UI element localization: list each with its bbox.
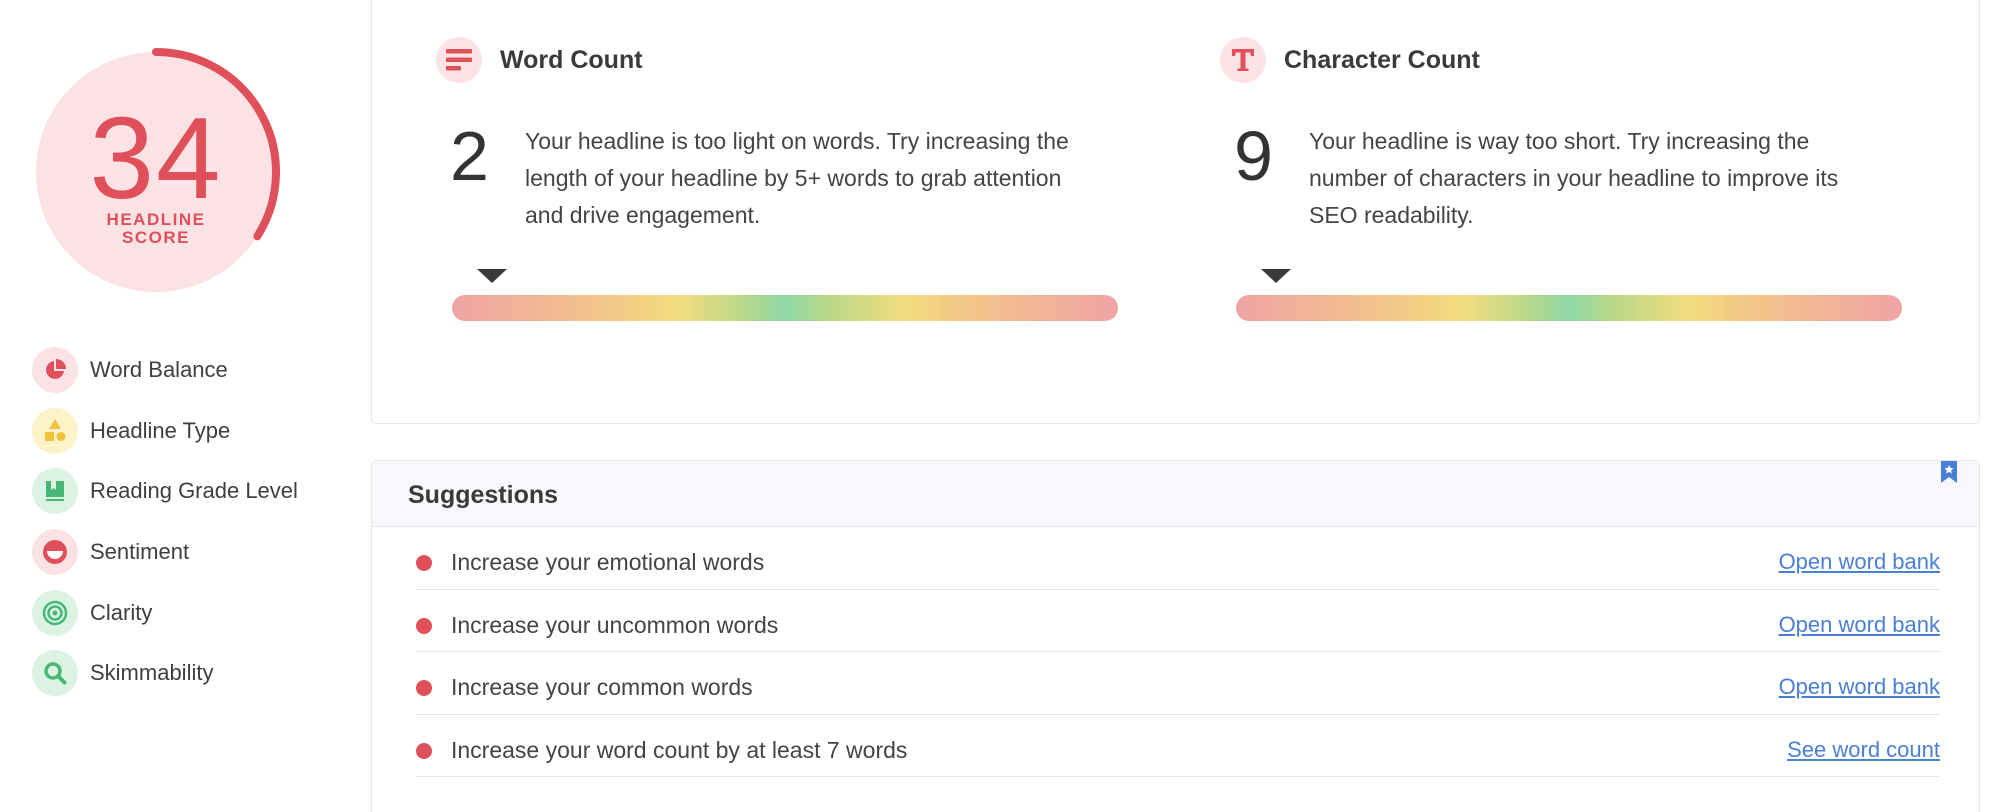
see-word-count-link[interactable]: See word count <box>1787 737 1940 763</box>
metric-character-count: Character Count 9 Your headline is way t… <box>1156 0 1902 417</box>
open-word-bank-link[interactable]: Open word bank <box>1779 674 1940 700</box>
bookmark-icon[interactable] <box>1939 461 1959 488</box>
bullet-dot-icon <box>416 742 432 759</box>
range-bar <box>1236 295 1902 321</box>
nav-item-clarity[interactable]: Clarity <box>32 582 298 643</box>
nav-label: Sentiment <box>90 539 190 565</box>
suggestion-text: Increase your common words <box>451 674 753 700</box>
score-value: 34 <box>89 93 223 223</box>
nav-item-word-balance[interactable]: Word Balance <box>32 340 298 401</box>
nav-label: Headline Type <box>90 417 231 443</box>
nav-label: Reading Grade Level <box>90 478 298 504</box>
open-word-bank-link[interactable]: Open word bank <box>1779 549 1940 575</box>
metric-value: 2 <box>450 117 489 195</box>
suggestion-row: Increase your common words Open word ban… <box>416 652 1940 715</box>
suggestions-title: Suggestions <box>408 481 559 509</box>
letter-t-icon <box>1220 37 1266 83</box>
bullet-dot-icon <box>416 680 432 696</box>
metric-header: Word Count <box>436 37 643 83</box>
metric-description: Your headline is way too short. Try incr… <box>1309 128 1839 228</box>
nav-item-skimmability[interactable]: Skimmability <box>32 643 298 704</box>
metric-word-count: Word Count 2 Your headline is too light … <box>372 0 1118 417</box>
bullet-dot-icon <box>416 617 432 634</box>
bullet-dot-icon <box>416 555 432 571</box>
suggestion-row: Increase your uncommon words Open word b… <box>416 590 1940 652</box>
suggestions-header: Suggestions <box>372 461 1979 527</box>
range-bar <box>452 295 1118 321</box>
sentiment-icon <box>32 529 78 576</box>
sidebar: 34 HEADLINE SCORE Word Balance Headline … <box>0 0 372 812</box>
metric-header: Character Count <box>1220 37 1480 83</box>
magnifier-icon <box>32 650 78 697</box>
nav-item-reading-grade-level[interactable]: Reading Grade Level <box>32 461 298 522</box>
text-lines-icon <box>436 37 482 83</box>
suggestions-list: Increase your emotional words Open word … <box>416 527 1940 777</box>
analysis-nav: Word Balance Headline Type Reading Grade… <box>32 340 298 704</box>
suggestions-card: Suggestions Increase your emotional word… <box>371 460 1980 812</box>
metric-title: Character Count <box>1284 45 1480 74</box>
nav-label: Skimmability <box>90 660 214 686</box>
nav-item-headline-type[interactable]: Headline Type <box>32 401 298 462</box>
shapes-icon <box>32 407 78 454</box>
range-marker <box>1260 269 1291 283</box>
nav-label: Word Balance <box>90 357 228 383</box>
metric-description: Your headline is too light on words. Try… <box>525 128 1069 228</box>
score-label-line2: SCORE <box>122 228 190 247</box>
open-word-bank-link[interactable]: Open word bank <box>1779 612 1940 638</box>
suggestion-row: Increase your word count by at least 7 w… <box>416 715 1940 777</box>
book-icon <box>32 468 78 515</box>
suggestion-text: Increase your uncommon words <box>451 611 779 638</box>
nav-item-sentiment[interactable]: Sentiment <box>32 522 298 583</box>
pie-chart-icon <box>32 347 78 394</box>
suggestion-row: Increase your emotional words Open word … <box>416 527 1940 590</box>
suggestion-text: Increase your emotional words <box>451 549 765 575</box>
metric-value: 9 <box>1234 117 1273 195</box>
headline-score-gauge: 34 HEADLINE SCORE <box>28 44 284 300</box>
metrics-card: Word Count 2 Your headline is too light … <box>371 0 1980 424</box>
range-marker <box>476 269 507 283</box>
nav-label: Clarity <box>90 599 153 625</box>
target-icon <box>32 589 78 636</box>
score-label: HEADLINE SCORE <box>28 211 284 247</box>
metric-title: Word Count <box>500 45 643 74</box>
suggestion-text: Increase your word count by at least 7 w… <box>451 736 908 763</box>
score-label-line1: HEADLINE <box>106 210 206 229</box>
